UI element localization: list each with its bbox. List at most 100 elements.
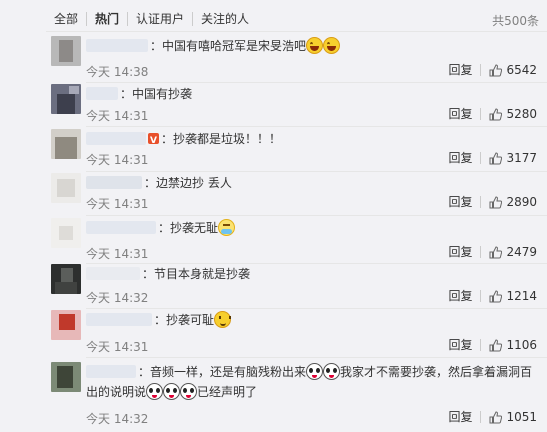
- username[interactable]: [86, 176, 142, 189]
- reply-button[interactable]: 回复: [448, 339, 482, 351]
- username[interactable]: [86, 132, 146, 145]
- divider: [86, 308, 547, 309]
- reply-button[interactable]: 回复: [448, 196, 482, 208]
- smirk-emoji: [214, 311, 232, 328]
- laughing-tears-emoji: [306, 37, 324, 54]
- like-button[interactable]: 1051: [489, 410, 537, 424]
- comment-item: ：中国有嘻哈冠军是宋旻浩吧 今天 14:38 回复 6542: [46, 36, 547, 83]
- comment-meta: 今天 14:38 回复 6542: [86, 63, 537, 79]
- divider: [86, 215, 547, 216]
- divider: [86, 82, 547, 83]
- reply-button[interactable]: 回复: [448, 152, 482, 164]
- avatar[interactable]: [51, 362, 81, 392]
- avatar[interactable]: [51, 36, 81, 66]
- like-count: 6542: [506, 63, 537, 77]
- comment-meta: 今天 14:31 回复 5280: [86, 107, 537, 123]
- divider: [86, 126, 547, 127]
- like-button[interactable]: 2479: [489, 245, 537, 259]
- thumbs-up-icon: [489, 289, 503, 302]
- divider: [86, 171, 547, 172]
- like-count: 1106: [506, 338, 537, 352]
- comment-text: 抄袭都是垃圾！！！: [173, 132, 282, 146]
- comment-text: 出的说明说: [86, 385, 147, 399]
- comment-panel: 全部 热门 认证用户 关注的人 共500条 ：中国有嘻哈冠军是宋旻浩吧 今天 1…: [0, 0, 547, 432]
- like-button[interactable]: 1214: [489, 289, 537, 303]
- tab-hot[interactable]: 热门: [87, 12, 129, 26]
- username[interactable]: [86, 267, 140, 280]
- username[interactable]: [86, 313, 152, 326]
- comment-meta: 今天 14:31 回复 3177: [86, 151, 537, 167]
- comment-item: ：抄袭都是垃圾！！！ 今天 14:31 回复 3177: [46, 129, 547, 173]
- comment-item: ：抄袭可耻 今天 14:31 回复 1106: [46, 310, 547, 358]
- like-button[interactable]: 6542: [489, 63, 537, 77]
- timestamp: 今天 14:31: [86, 340, 149, 354]
- comment-text: 抄袭无耻: [170, 221, 219, 235]
- vip-badge-icon: [148, 131, 159, 151]
- like-count: 3177: [506, 151, 537, 165]
- like-button[interactable]: 1106: [489, 338, 537, 352]
- avatar[interactable]: [51, 264, 81, 294]
- thumbs-up-icon: [489, 410, 503, 423]
- tab-following[interactable]: 关注的人: [193, 12, 257, 26]
- comment-item: ：中国有抄袭 今天 14:31 回复 5280: [46, 84, 547, 128]
- reply-button[interactable]: 回复: [448, 64, 482, 76]
- like-button[interactable]: 2890: [489, 195, 537, 209]
- comment-item: ：节目本身就是抄袭 今天 14:32 回复 1214: [46, 264, 547, 309]
- ashamed-emoji: [218, 219, 236, 236]
- tab-all[interactable]: 全部: [46, 12, 88, 26]
- like-count: 1051: [506, 410, 537, 424]
- comment-text: 节目本身就是抄袭: [154, 267, 251, 281]
- timestamp: 今天 14:31: [86, 197, 149, 211]
- timestamp: 今天 14:32: [86, 291, 149, 305]
- username[interactable]: [86, 87, 118, 100]
- avatar[interactable]: [51, 173, 81, 203]
- avatar[interactable]: [51, 218, 81, 248]
- reply-button[interactable]: 回复: [448, 290, 482, 302]
- panda-emoji: [146, 383, 164, 400]
- reply-button[interactable]: 回复: [448, 411, 482, 423]
- comment-text: 边禁边抄 丢人: [156, 176, 232, 190]
- thumbs-up-icon: [489, 63, 503, 76]
- panda-emoji: [163, 383, 181, 400]
- panda-emoji: [180, 383, 198, 400]
- comment-text: 中国有抄袭: [132, 87, 193, 101]
- like-count: 2479: [506, 245, 537, 259]
- timestamp: 今天 14:31: [86, 153, 149, 167]
- comment-count: 共500条: [492, 14, 539, 28]
- comment-body: ：抄袭无耻: [86, 218, 537, 238]
- reply-button[interactable]: 回复: [448, 108, 482, 120]
- avatar[interactable]: [51, 129, 81, 159]
- reply-button[interactable]: 回复: [448, 246, 482, 258]
- comment-body: ：边禁边抄 丢人: [86, 173, 537, 193]
- comment-meta: 今天 14:31 回复 2890: [86, 195, 537, 211]
- like-button[interactable]: 5280: [489, 107, 537, 121]
- laughing-tears-emoji: [323, 37, 341, 54]
- thumbs-up-icon: [489, 195, 503, 208]
- like-button[interactable]: 3177: [489, 151, 537, 165]
- timestamp: 今天 14:38: [86, 65, 149, 79]
- comment-body: ：抄袭都是垃圾！！！: [86, 129, 537, 151]
- comment-body: ：中国有嘻哈冠军是宋旻浩吧: [86, 36, 537, 56]
- tab-verified[interactable]: 认证用户: [128, 12, 194, 26]
- username[interactable]: [86, 365, 136, 378]
- avatar[interactable]: [51, 310, 81, 340]
- comment-text: 我家才不需要抄袭，然后拿着漏洞百: [340, 365, 533, 379]
- thumbs-up-icon: [489, 338, 503, 351]
- thumbs-up-icon: [489, 151, 503, 164]
- comment-item: ：边禁边抄 丢人 今天 14:31 回复 2890: [46, 173, 547, 217]
- divider: [46, 31, 547, 32]
- like-count: 2890: [506, 195, 537, 209]
- username[interactable]: [86, 221, 156, 234]
- timestamp: 今天 14:31: [86, 247, 149, 261]
- comment-body: ：中国有抄袭: [86, 84, 537, 104]
- comment-body: ：音频一样，还是有脑残粉出来 我家才不需要抄袭，然后拿着漏洞百 出的说明说 已经声明了: [86, 363, 533, 400]
- comment-meta: 今天 14:31 回复 2479: [86, 245, 537, 261]
- avatar[interactable]: [51, 84, 81, 114]
- comment-text: 已经声明了: [197, 385, 258, 399]
- comment-item: ：音频一样，还是有脑残粉出来 我家才不需要抄袭，然后拿着漏洞百 出的说明说 已经声明了…: [46, 362, 547, 432]
- username[interactable]: [86, 39, 148, 52]
- comment-body: ：节目本身就是抄袭: [86, 264, 537, 284]
- comment-text: 中国有嘻哈冠军是宋旻浩吧: [162, 39, 307, 53]
- comment-meta: 今天 14:32 回复 1214: [86, 289, 537, 305]
- comment-item: ：抄袭无耻 今天 14:31 回复 2479: [46, 218, 547, 264]
